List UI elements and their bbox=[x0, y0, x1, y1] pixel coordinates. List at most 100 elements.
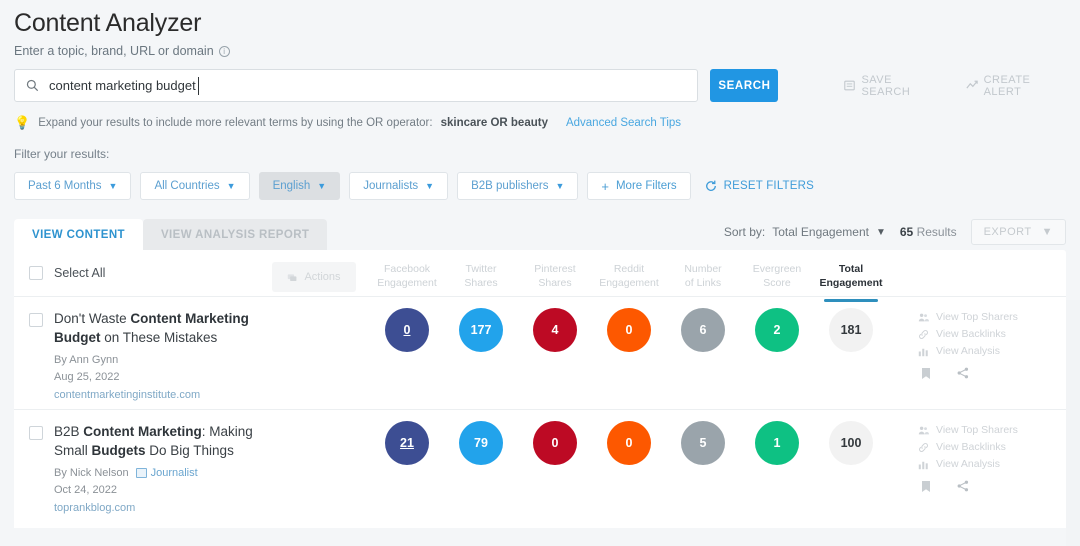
column-total-engagement[interactable]: Total Engagement bbox=[814, 256, 888, 302]
metric-cell: 0 bbox=[370, 308, 444, 352]
create-alert-button[interactable]: CREATE ALERT bbox=[965, 74, 1066, 98]
action-label: View Analysis bbox=[936, 458, 1001, 470]
action-view-top-sharers[interactable]: View Top Sharers bbox=[918, 424, 1018, 436]
row-author-name: By Nick Nelson bbox=[54, 467, 129, 479]
action-view-top-sharers[interactable]: View Top Sharers bbox=[918, 311, 1018, 323]
row-title[interactable]: B2B Content Marketing: Making Small Budg… bbox=[54, 422, 272, 460]
filter-label: Past 6 Months bbox=[28, 180, 102, 192]
action-view-backlinks[interactable]: View Backlinks bbox=[918, 441, 1018, 453]
search-icon bbox=[26, 79, 39, 92]
metric-bubble[interactable]: 0 bbox=[385, 308, 429, 352]
row-domain-link[interactable]: contentmarketinginstitute.com bbox=[54, 389, 272, 401]
results-number: 65 bbox=[899, 225, 914, 239]
total-engagement-bubble[interactable]: 181 bbox=[829, 308, 873, 352]
journalist-badge-label: Journalist bbox=[150, 467, 198, 479]
action-view-analysis[interactable]: View Analysis bbox=[918, 458, 1018, 470]
metric-bubble[interactable]: 79 bbox=[459, 421, 503, 465]
chevron-down-icon: ▼ bbox=[425, 181, 435, 191]
tabs-toolbar: VIEW CONTENT VIEW ANALYSIS REPORT Sort b… bbox=[0, 219, 1080, 250]
metric-bubble[interactable]: 0 bbox=[533, 421, 577, 465]
row-author: By Ann Gynn bbox=[54, 354, 272, 366]
actions-button[interactable]: Actions bbox=[272, 262, 356, 292]
sort-value: Total Engagement bbox=[772, 225, 869, 239]
info-icon[interactable]: i bbox=[218, 45, 230, 57]
advanced-search-tips-link[interactable]: Advanced Search Tips bbox=[566, 117, 681, 129]
column-pinterest-shares[interactable]: Pinterest Shares bbox=[518, 256, 592, 290]
metric-bubble[interactable]: 177 bbox=[459, 308, 503, 352]
filter-journalists[interactable]: Journalists ▼ bbox=[349, 172, 449, 200]
column-line2: Engagement bbox=[377, 277, 437, 289]
column-line1: Total bbox=[838, 263, 864, 275]
metric-cell: 4 bbox=[518, 308, 592, 352]
chevron-down-icon: ▼ bbox=[1041, 226, 1053, 238]
search-button[interactable]: SEARCH bbox=[710, 69, 779, 102]
reset-filters-label: RESET FILTERS bbox=[723, 180, 815, 192]
row-domain-link[interactable]: toprankblog.com bbox=[54, 502, 272, 514]
select-all-checkbox[interactable] bbox=[29, 266, 43, 280]
row-icon-buttons bbox=[918, 480, 1018, 493]
column-twitter-shares[interactable]: Twitter Shares bbox=[444, 256, 518, 290]
journalist-badge[interactable]: Journalist bbox=[135, 467, 198, 479]
filters-row: Past 6 Months ▼ All Countries ▼ English … bbox=[14, 172, 1066, 200]
people-icon bbox=[918, 312, 929, 323]
bookmark-icon[interactable] bbox=[921, 480, 931, 493]
column-evergreen-score[interactable]: Evergreen Score bbox=[740, 256, 814, 290]
plus-icon: + bbox=[601, 178, 609, 194]
metric-bubble[interactable]: 4 bbox=[533, 308, 577, 352]
page-subtitle-text: Enter a topic, brand, URL or domain bbox=[14, 44, 214, 58]
filter-language[interactable]: English ▼ bbox=[258, 172, 341, 200]
search-input[interactable] bbox=[49, 70, 698, 101]
select-all-cell: Select All bbox=[14, 256, 272, 280]
filter-past-6-months[interactable]: Past 6 Months ▼ bbox=[14, 172, 132, 200]
column-number-of-links[interactable]: Number of Links bbox=[666, 256, 740, 290]
action-view-analysis[interactable]: View Analysis bbox=[918, 345, 1018, 357]
total-engagement-bubble[interactable]: 100 bbox=[829, 421, 873, 465]
metric-bubble[interactable]: 21 bbox=[385, 421, 429, 465]
filter-label: English bbox=[272, 180, 311, 192]
save-search-button[interactable]: SAVE SEARCH bbox=[844, 74, 939, 98]
share-icon[interactable] bbox=[957, 367, 969, 380]
journalist-icon bbox=[135, 468, 147, 478]
search-box[interactable] bbox=[14, 69, 699, 102]
metric-cell-total: 181 bbox=[814, 308, 888, 352]
column-line2: Engagement bbox=[819, 277, 883, 289]
page-subtitle: Enter a topic, brand, URL or domain i bbox=[14, 44, 1066, 58]
metric-bubble[interactable]: 5 bbox=[681, 421, 725, 465]
share-icon[interactable] bbox=[957, 480, 969, 493]
filter-b2b-publishers[interactable]: B2B publishers ▼ bbox=[457, 172, 579, 200]
chevron-down-icon: ▼ bbox=[875, 226, 886, 238]
tab-view-content[interactable]: VIEW CONTENT bbox=[14, 219, 143, 250]
column-line1: Number bbox=[684, 263, 722, 275]
scrollbar-track[interactable] bbox=[1066, 300, 1080, 546]
metric-bubble[interactable]: 6 bbox=[681, 308, 725, 352]
tab-view-analysis-report[interactable]: VIEW ANALYSIS REPORT bbox=[142, 219, 328, 250]
action-view-backlinks[interactable]: View Backlinks bbox=[918, 328, 1018, 340]
metric-cell: 2 bbox=[740, 308, 814, 352]
column-line2: Score bbox=[763, 277, 791, 289]
metric-bubble[interactable]: 1 bbox=[755, 421, 799, 465]
bookmark-icon[interactable] bbox=[921, 367, 931, 380]
row-title[interactable]: Don't Waste Content Marketing Budget on … bbox=[54, 309, 272, 347]
column-line2: Shares bbox=[538, 277, 572, 289]
row-action-links: View Top Sharers View Backlinks View Analy… bbox=[918, 410, 1018, 522]
metric-bubble[interactable]: 0 bbox=[607, 308, 651, 352]
column-reddit-engagement[interactable]: Reddit Engagement bbox=[592, 256, 666, 290]
page-title: Content Analyzer bbox=[14, 9, 202, 37]
row-checkbox[interactable] bbox=[29, 426, 43, 440]
column-line2: of Links bbox=[684, 277, 722, 289]
metric-bubble[interactable]: 0 bbox=[607, 421, 651, 465]
column-facebook-engagement[interactable]: Facebook Engagement bbox=[370, 256, 444, 290]
sort-by-dropdown[interactable]: Sort by: Total Engagement ▼ bbox=[724, 225, 886, 239]
metric-bubble[interactable]: 2 bbox=[755, 308, 799, 352]
column-line1: Evergreen bbox=[752, 263, 802, 275]
action-label: View Backlinks bbox=[936, 441, 1006, 453]
row-action-links: View Top Sharers View Backlinks View Analy… bbox=[918, 297, 1018, 409]
link-icon bbox=[918, 442, 929, 453]
more-filters-button[interactable]: + More Filters bbox=[587, 172, 691, 200]
metric-cell: 6 bbox=[666, 308, 740, 352]
column-line2: Shares bbox=[464, 277, 498, 289]
reset-filters-button[interactable]: RESET FILTERS bbox=[705, 180, 814, 192]
filter-all-countries[interactable]: All Countries ▼ bbox=[140, 172, 250, 200]
export-button[interactable]: EXPORT ▼ bbox=[970, 219, 1066, 245]
row-checkbox[interactable] bbox=[29, 313, 43, 327]
